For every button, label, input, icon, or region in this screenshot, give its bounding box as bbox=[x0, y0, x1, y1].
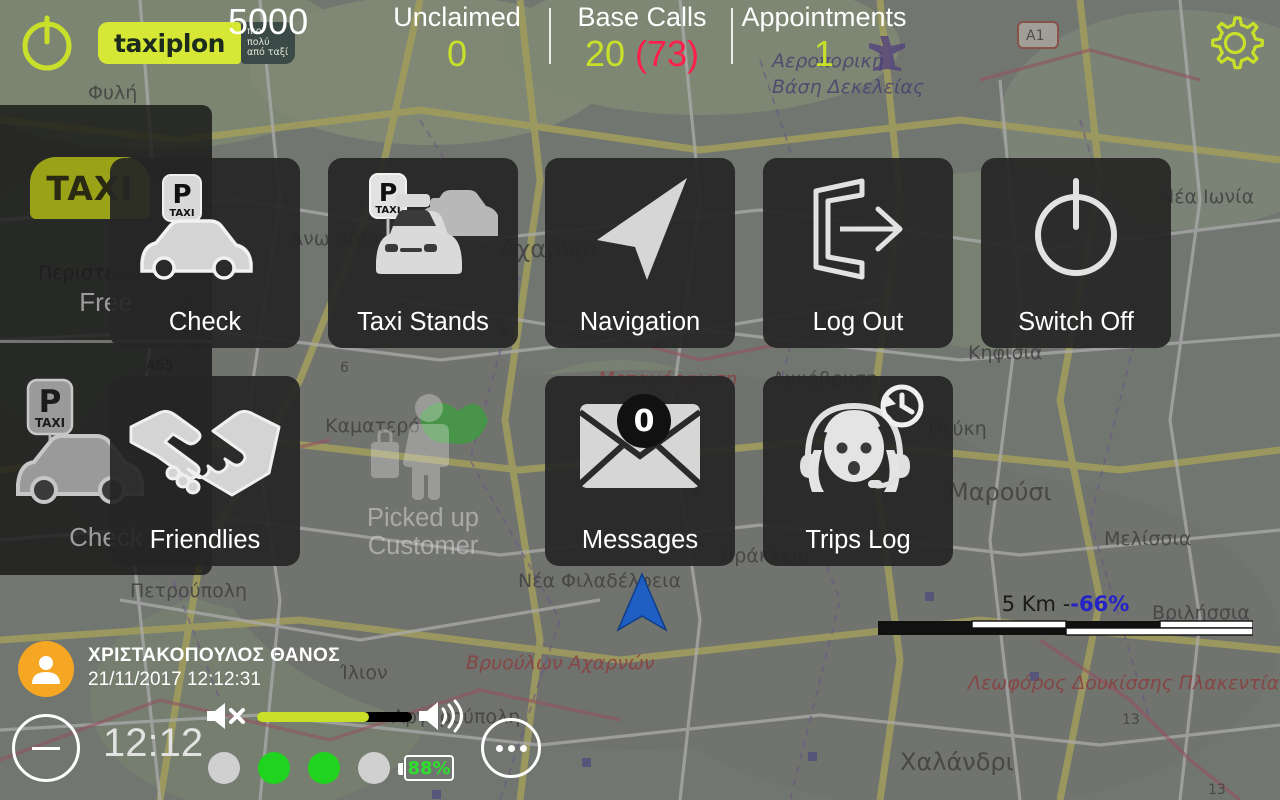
map-scale-distance: 5 Km bbox=[1001, 592, 1056, 616]
tile-taxi-stands-label: Taxi Stands bbox=[357, 308, 489, 336]
header-divider-1 bbox=[549, 8, 551, 64]
stat-base-calls-label: Base Calls bbox=[577, 2, 707, 32]
tile-taxi-stands[interactable]: P TAXI Taxi Stands bbox=[328, 158, 518, 348]
gear-icon[interactable] bbox=[1202, 10, 1268, 76]
stat-unclaimed-value: 0 bbox=[446, 33, 468, 74]
passenger-luggage-icon bbox=[328, 376, 518, 516]
tile-log-out[interactable]: Log Out bbox=[763, 158, 953, 348]
tile-log-out-label: Log Out bbox=[812, 308, 904, 336]
stat-unclaimed[interactable]: Unclaimed 0 bbox=[368, 0, 546, 74]
power-off-icon bbox=[981, 158, 1171, 298]
navigation-arrow-icon bbox=[545, 158, 735, 298]
tile-friendlies-label: Friendlies bbox=[149, 526, 261, 554]
avatar[interactable] bbox=[18, 641, 74, 697]
tile-check[interactable]: P TAXI Check bbox=[110, 158, 300, 348]
tile-trips-log[interactable]: Trips Log bbox=[763, 376, 953, 566]
svg-text:P: P bbox=[39, 384, 62, 420]
vehicle-number: 5000 bbox=[228, 0, 308, 44]
header-bar: taxiplon πιο πολύ από ταξί 5000 Unclaime… bbox=[0, 0, 1280, 92]
driver-name: ΧΡΙΣΤΑΚΟΠΟΥΛΟΣ ΘΑΝΟΣ bbox=[88, 645, 341, 666]
stat-base-calls-value: 20 bbox=[584, 33, 625, 74]
svg-text:TAXI: TAXI bbox=[35, 416, 65, 430]
stat-unclaimed-label: Unclaimed bbox=[393, 2, 521, 32]
svg-text:P: P bbox=[172, 180, 191, 210]
messages-unread-badge: 0 bbox=[617, 394, 671, 448]
stat-appointments-value: 1 bbox=[813, 33, 835, 74]
svg-text:P: P bbox=[379, 178, 397, 207]
tile-switch-off-label: Switch Off bbox=[1018, 308, 1134, 336]
stat-base-calls-extra: (73) bbox=[635, 33, 700, 74]
map-scale-widget: 5 Km --66% bbox=[878, 592, 1254, 642]
tile-switch-off[interactable]: Switch Off bbox=[981, 158, 1171, 348]
handshake-icon bbox=[110, 376, 300, 516]
stat-base-calls-value-row: 20 (73) bbox=[556, 34, 728, 74]
tile-messages[interactable]: 0 Messages bbox=[545, 376, 735, 566]
logout-icon bbox=[763, 158, 953, 298]
taxi-stand-car-icon: P TAXI bbox=[110, 158, 300, 298]
tile-check-label: Check bbox=[168, 308, 242, 336]
stat-appointments-label: Appointments bbox=[741, 2, 907, 32]
svg-text:TAXI: TAXI bbox=[375, 205, 400, 216]
tile-navigation[interactable]: Navigation bbox=[545, 158, 735, 348]
picked-up-line2: Customer bbox=[367, 532, 479, 560]
taxi-stands-icon: P TAXI bbox=[328, 158, 518, 298]
bottom-status-bar: ΧΡΙΣΤΑΚΟΠΟΥΛΟΣ ΘΑΝΟΣ 21/11/2017 12:12:31… bbox=[0, 636, 1280, 800]
tile-navigation-label: Navigation bbox=[579, 308, 701, 336]
vehicle-position-marker bbox=[612, 572, 672, 639]
tile-picked-up-customer: Picked up Customer bbox=[328, 376, 518, 566]
power-on-icon[interactable] bbox=[14, 8, 80, 74]
picked-up-line1: Picked up bbox=[367, 504, 479, 532]
header-divider-2 bbox=[731, 8, 733, 64]
tile-friendlies[interactable]: Friendlies bbox=[110, 376, 300, 566]
clock: 12:12 bbox=[103, 721, 204, 765]
logo-tagline-line3: από ταξί bbox=[246, 47, 289, 59]
map-scale-percent: -66% bbox=[1070, 592, 1130, 616]
stat-base-calls[interactable]: Base Calls 20 (73) bbox=[556, 0, 728, 74]
tile-picked-up-customer-label: Picked up Customer bbox=[367, 504, 479, 566]
tile-messages-label: Messages bbox=[581, 526, 699, 554]
tile-trips-log-label: Trips Log bbox=[805, 526, 911, 554]
logo-wordmark: taxiplon bbox=[98, 22, 241, 64]
map-scale-text: 5 Km --66% bbox=[1001, 592, 1130, 616]
driver-timestamp: 21/11/2017 12:12:31 bbox=[88, 669, 261, 690]
svg-text:TAXI: TAXI bbox=[169, 208, 194, 219]
operator-history-icon bbox=[763, 376, 953, 516]
zoom-out-icon[interactable] bbox=[12, 714, 80, 782]
vehicle-number-value: 5000 bbox=[228, 1, 309, 42]
stat-appointments[interactable]: Appointments 1 bbox=[736, 0, 912, 74]
